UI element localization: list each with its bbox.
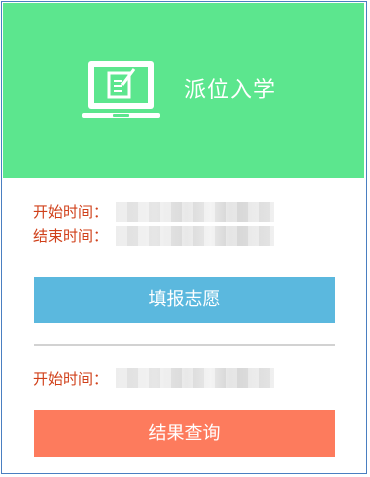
start-time-label: 开始时间： — [33, 203, 109, 221]
start-time-value-redacted — [116, 202, 274, 222]
result-start-time-value-redacted — [116, 368, 274, 388]
end-time-value-redacted — [116, 226, 274, 246]
section-divider — [34, 344, 335, 346]
page-title: 派位入学 — [184, 78, 277, 103]
end-time-label: 结束时间： — [33, 227, 109, 245]
result-start-time-label: 开始时间： — [33, 370, 109, 388]
header-banner: 派位入学 — [3, 3, 364, 178]
fill-application-button[interactable]: 填报志愿 — [34, 277, 335, 323]
query-result-button[interactable]: 结果查询 — [34, 410, 335, 457]
laptop-edit-icon — [82, 61, 160, 118]
